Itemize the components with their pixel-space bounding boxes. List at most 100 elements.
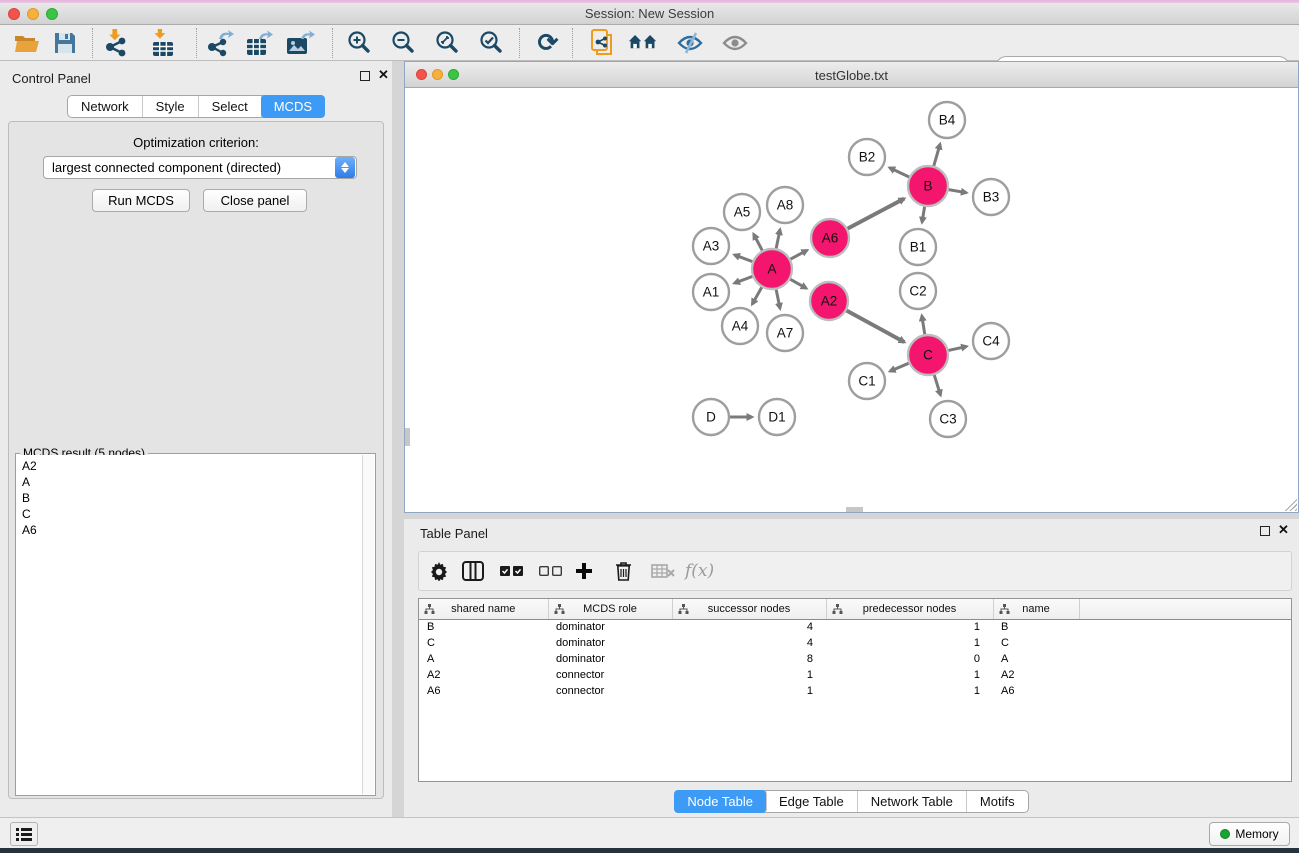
graph-node-C1[interactable]: C1 <box>849 363 885 399</box>
graph-edge-A-A8[interactable] <box>776 229 780 251</box>
deselect-all-icon[interactable] <box>539 558 563 584</box>
graph-node-B2[interactable]: B2 <box>849 139 885 175</box>
graph-edge-A-A6[interactable] <box>788 250 807 260</box>
graph-edge-A-A3[interactable] <box>734 255 755 263</box>
graph-edge-A-A5[interactable] <box>754 234 764 253</box>
graph-node-B[interactable]: B <box>908 166 948 206</box>
mcds-result-item[interactable]: A2 <box>22 458 362 474</box>
graph-node-C3[interactable]: C3 <box>930 401 966 437</box>
table-cell[interactable]: connector <box>548 667 672 683</box>
export-network-icon[interactable] <box>206 29 236 57</box>
network-canvas[interactable]: AA1A2A3A4A5A6A7A8BB1B2B3B4CC1C2C3C4DD1 <box>405 88 1298 512</box>
fit-content-icon[interactable] <box>433 29 463 57</box>
float-panel-icon[interactable] <box>360 71 370 83</box>
column-header[interactable]: name <box>993 599 1079 619</box>
table-row[interactable]: A2connector11A2 <box>419 667 1292 683</box>
open-session-icon[interactable] <box>12 29 42 57</box>
table-row[interactable]: A6connector11A6 <box>419 683 1292 699</box>
zoom-selected-icon[interactable] <box>477 29 507 57</box>
close-panel-icon[interactable]: ✕ <box>378 69 389 81</box>
table-cell[interactable]: 4 <box>672 619 826 635</box>
task-history-button[interactable] <box>10 822 38 846</box>
first-neighbors-icon[interactable] <box>628 29 658 57</box>
tab-mcds[interactable]: MCDS <box>261 95 325 118</box>
table-cell[interactable]: dominator <box>548 635 672 651</box>
graph-edge-C-C4[interactable] <box>946 346 967 351</box>
memory-button[interactable]: Memory <box>1209 822 1290 846</box>
new-network-from-selection-icon[interactable] <box>588 29 618 57</box>
table-cell[interactable]: A <box>419 651 548 667</box>
close-panel-button[interactable]: Close panel <box>203 189 307 212</box>
table-cell[interactable]: A <box>993 651 1079 667</box>
table-cell[interactable]: 0 <box>826 651 993 667</box>
mcds-result-item[interactable]: A6 <box>22 522 362 538</box>
create-column-plus-icon[interactable] <box>575 558 593 584</box>
graph-node-C[interactable]: C <box>908 335 948 375</box>
graph-node-A[interactable]: A <box>752 249 792 289</box>
delete-table-icon[interactable] <box>651 558 675 584</box>
table-cell[interactable]: 4 <box>672 635 826 651</box>
table-cell[interactable]: A6 <box>993 683 1079 699</box>
function-builder-icon[interactable]: f(x) <box>685 558 714 584</box>
table-cell[interactable]: B <box>993 619 1079 635</box>
column-visibility-icon[interactable] <box>462 558 484 584</box>
table-cell[interactable]: 1 <box>826 667 993 683</box>
graph-node-A1[interactable]: A1 <box>693 274 729 310</box>
graph-node-B4[interactable]: B4 <box>929 102 965 138</box>
table-cell[interactable]: A6 <box>419 683 548 699</box>
tab-motifs[interactable]: Motifs <box>967 791 1028 812</box>
table-row[interactable]: Bdominator41B <box>419 619 1292 635</box>
table-cell[interactable]: C <box>419 635 548 651</box>
graph-edge-B-B2[interactable] <box>890 168 912 179</box>
select-all-icon[interactable] <box>500 558 524 584</box>
graph-node-A3[interactable]: A3 <box>693 228 729 264</box>
table-cell[interactable]: C <box>993 635 1079 651</box>
graph-node-A4[interactable]: A4 <box>722 308 758 344</box>
zoom-out-icon[interactable] <box>389 29 419 57</box>
graph-edge-A-A2[interactable] <box>788 278 807 288</box>
graph-edge-C-C3[interactable] <box>933 372 940 395</box>
graph-node-C2[interactable]: C2 <box>900 273 936 309</box>
mcds-result-item[interactable]: A <box>22 474 362 490</box>
table-cell[interactable]: 1 <box>826 683 993 699</box>
network-vertical-scrollbar[interactable] <box>405 428 410 446</box>
table-cell[interactable]: dominator <box>548 619 672 635</box>
tab-edge-table[interactable]: Edge Table <box>766 791 858 812</box>
save-session-icon[interactable] <box>50 29 80 57</box>
result-list-scrollbar[interactable] <box>362 455 374 794</box>
delete-column-trash-icon[interactable] <box>615 558 632 584</box>
network-resize-grip[interactable] <box>1285 499 1297 511</box>
column-header[interactable]: predecessor nodes <box>826 599 993 619</box>
network-horizontal-scrollbar[interactable] <box>846 507 863 512</box>
table-cell[interactable]: A2 <box>419 667 548 683</box>
import-table-icon[interactable] <box>148 29 178 57</box>
graph-edge-C-C1[interactable] <box>890 362 911 371</box>
tab-node-table[interactable]: Node Table <box>674 790 767 813</box>
node-table[interactable]: shared nameMCDS rolesuccessor nodesprede… <box>418 598 1292 782</box>
table-cell[interactable]: dominator <box>548 651 672 667</box>
table-settings-gear-icon[interactable] <box>429 558 449 584</box>
graph-node-A8[interactable]: A8 <box>767 187 803 223</box>
export-image-icon[interactable] <box>286 29 316 57</box>
zoom-in-icon[interactable] <box>345 29 375 57</box>
tab-network[interactable]: Network <box>68 96 143 117</box>
criterion-dropdown[interactable]: largest connected component (directed) <box>43 156 357 179</box>
run-mcds-button[interactable]: Run MCDS <box>92 189 190 212</box>
table-cell[interactable]: 1 <box>672 667 826 683</box>
graph-node-B1[interactable]: B1 <box>900 229 936 265</box>
graph-edge-A-A4[interactable] <box>752 285 763 305</box>
table-cell[interactable]: 8 <box>672 651 826 667</box>
table-cell[interactable]: A2 <box>993 667 1079 683</box>
graph-node-D[interactable]: D <box>693 399 729 435</box>
table-cell[interactable]: 1 <box>826 619 993 635</box>
export-table-icon[interactable] <box>245 29 275 57</box>
tab-select[interactable]: Select <box>199 96 262 117</box>
tab-style[interactable]: Style <box>143 96 199 117</box>
graph-node-A7[interactable]: A7 <box>767 315 803 351</box>
graph-edge-B-B4[interactable] <box>933 144 940 169</box>
graph-node-A2[interactable]: A2 <box>810 282 848 320</box>
mcds-result-item[interactable]: C <box>22 506 362 522</box>
graph-node-A6[interactable]: A6 <box>811 219 849 257</box>
close-table-panel-icon[interactable]: ✕ <box>1278 524 1289 536</box>
tab-network-table[interactable]: Network Table <box>858 791 967 812</box>
